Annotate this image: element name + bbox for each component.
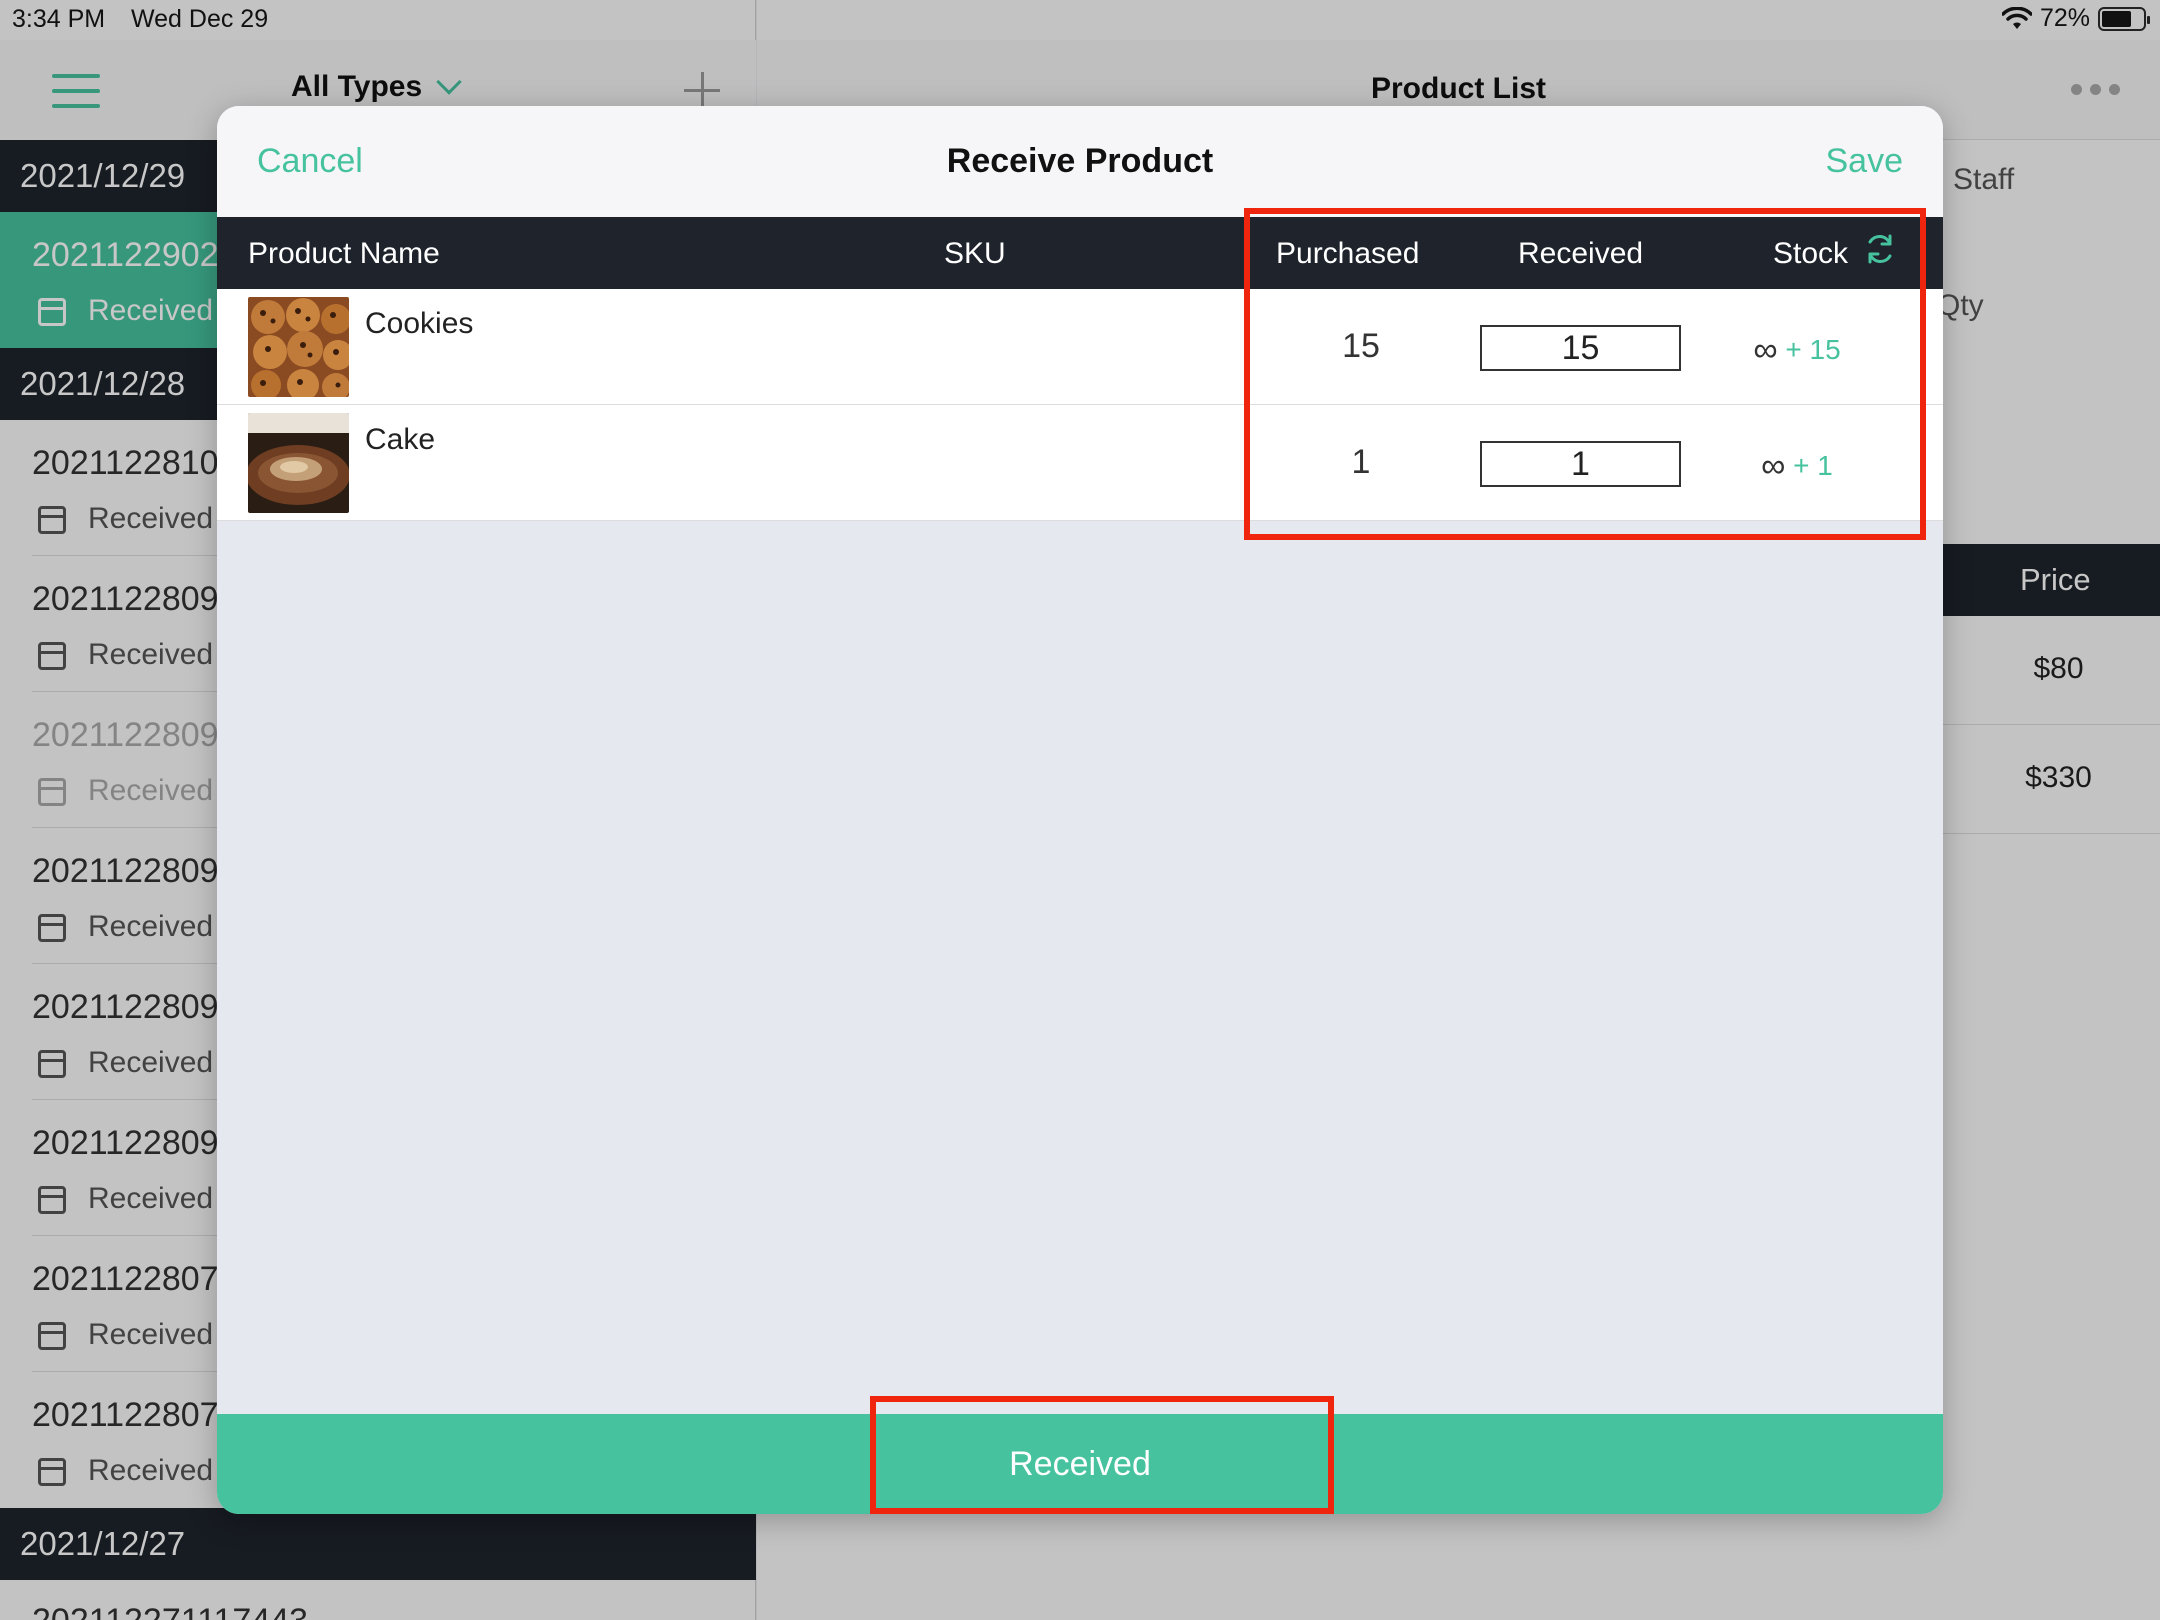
- modal-title: Receive Product: [946, 142, 1214, 180]
- save-button[interactable]: Save: [1826, 142, 1904, 181]
- highlight-box-received-button: [870, 1396, 1334, 1514]
- wifi-icon: [2001, 6, 2032, 29]
- modal-header: Cancel Receive Product Save: [217, 106, 1943, 217]
- cookies-thumbnail: [248, 297, 349, 397]
- status-date: Wed Dec 29: [131, 5, 269, 33]
- product-name: Cookies: [365, 307, 474, 340]
- highlight-box-quantities: [1244, 208, 1926, 540]
- product-name: Cake: [365, 423, 436, 456]
- column-sku: SKU: [944, 237, 1006, 270]
- status-bar: 3:34 PM Wed Dec 29 72%: [0, 0, 2160, 40]
- battery-icon: [2098, 6, 2150, 31]
- battery-percent: 72%: [2039, 4, 2090, 32]
- column-product-name: Product Name: [248, 237, 440, 270]
- status-time: 3:34 PM: [12, 5, 106, 33]
- status-indicators: 72%: [2001, 4, 2150, 33]
- cake-thumbnail: [248, 413, 349, 513]
